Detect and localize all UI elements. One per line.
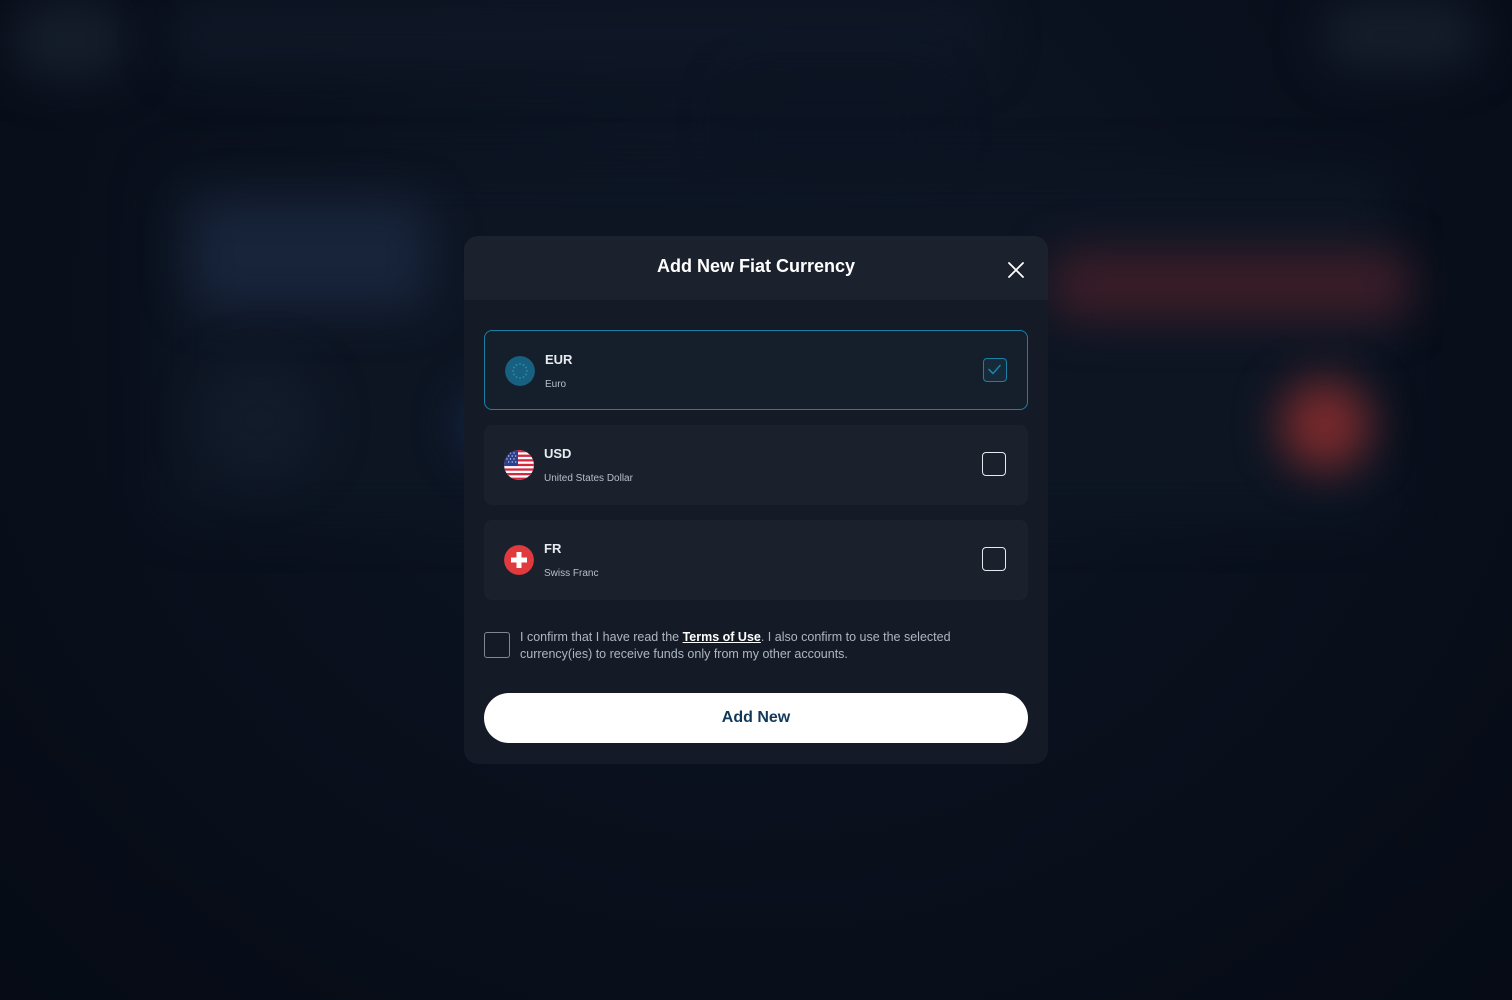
blurred-tab <box>730 80 940 170</box>
currency-checkbox-usd[interactable] <box>982 452 1006 476</box>
add-new-button[interactable]: Add New <box>484 693 1028 743</box>
blurred-profile <box>1320 0 1480 70</box>
currency-code: USD <box>544 446 572 461</box>
terms-text-before: I confirm that I have read the <box>520 630 683 644</box>
blurred-red-badge <box>1280 380 1370 470</box>
terms-text: I confirm that I have read the Terms of … <box>520 629 990 663</box>
terms-checkbox[interactable] <box>484 632 510 658</box>
check-icon <box>988 364 1001 375</box>
swiss-flag-icon <box>504 545 534 575</box>
us-flag-icon <box>504 450 534 480</box>
close-icon <box>1008 262 1024 278</box>
blurred-card <box>190 200 430 310</box>
currency-checkbox-eur[interactable] <box>983 358 1007 382</box>
blurred-banner <box>1050 250 1410 320</box>
currency-name: Euro <box>545 379 567 390</box>
eu-flag-icon <box>505 356 535 386</box>
currency-name: Swiss Franc <box>544 568 599 579</box>
currency-code: EUR <box>545 352 573 367</box>
currency-option-fr[interactable]: FR Swiss Franc <box>484 520 1028 600</box>
modal-header: Add New Fiat Currency <box>464 236 1048 300</box>
add-fiat-currency-modal: Add New Fiat Currency EUR Euro USD Unite… <box>464 236 1048 764</box>
blurred-circle <box>200 360 320 480</box>
close-button[interactable] <box>1004 258 1028 282</box>
currency-option-usd[interactable]: USD United States Dollar <box>484 425 1028 505</box>
modal-title: Add New Fiat Currency <box>656 256 856 276</box>
terms-of-use-link[interactable]: Terms of Use <box>683 630 761 644</box>
currency-option-eur[interactable]: EUR Euro <box>484 330 1028 410</box>
blurred-top-nav <box>170 0 990 70</box>
blurred-logo <box>10 0 130 80</box>
currency-checkbox-fr[interactable] <box>982 547 1006 571</box>
currency-name: United States Dollar <box>544 473 633 484</box>
currency-code: FR <box>544 541 562 556</box>
